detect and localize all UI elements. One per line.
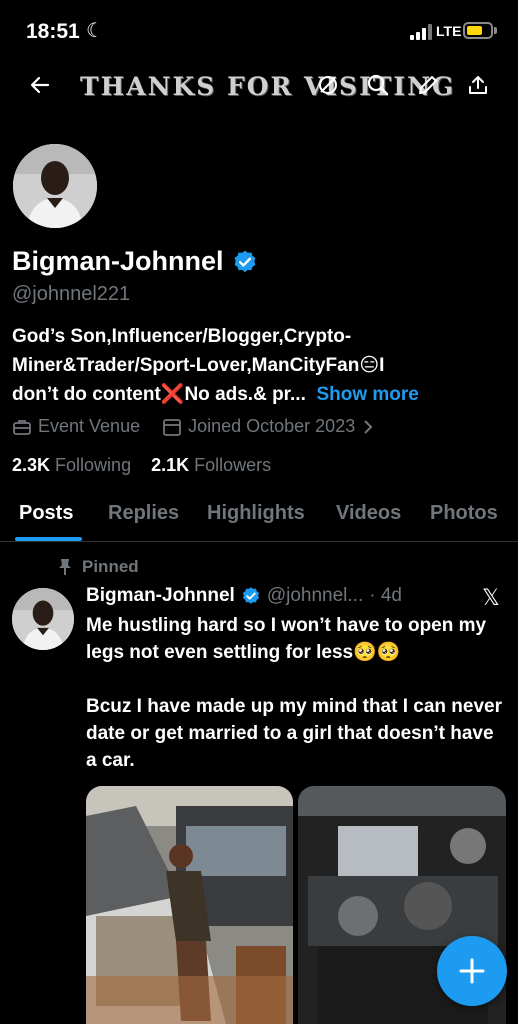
back-button[interactable] (23, 68, 57, 102)
profile-name-text: Bigman-Johnnel (12, 246, 224, 276)
compose-button[interactable] (437, 936, 507, 1006)
verified-badge-icon[interactable] (232, 249, 258, 275)
bio-line: God’s Son,Influencer/Blogger,Crypto- (12, 326, 352, 347)
status-time: 18:51 (26, 20, 80, 43)
followers-label: Followers (194, 455, 272, 475)
pinned-text: Pinned (82, 557, 139, 576)
bio-line: don’t do content❌No ads.& pr... Show mor… (12, 380, 512, 409)
profile-category: Event Venue (38, 416, 141, 436)
post-paragraph: Bcuz I have made up my mind that I can n… (86, 696, 503, 771)
followers-count: 2.1K (151, 455, 190, 475)
profile-header: THANKS FOR VISITING (0, 60, 518, 114)
verified-badge-icon[interactable] (241, 586, 261, 606)
avatar-photo (12, 588, 74, 650)
network-label: LTE (436, 23, 462, 39)
post-paragraph: Me hustling hard so I won’t have to open… (86, 615, 487, 663)
bio-line: Miner&Trader/Sport-Lover,ManCityFan😑I (12, 355, 385, 376)
post-body[interactable]: Me hustling hard so I won’t have to open… (86, 612, 506, 801)
chevron-right-icon[interactable] (361, 419, 375, 435)
battery-tip (494, 27, 497, 34)
mechanic-photo (86, 786, 293, 1024)
active-tab-indicator (15, 537, 82, 541)
bio-line-text: don’t do content❌No ads.& pr... (12, 384, 306, 405)
arrow-left-icon (30, 76, 50, 94)
followers-link[interactable]: 2.1K Followers (151, 455, 271, 475)
following-label: Following (55, 455, 132, 475)
incognito-icon (319, 76, 337, 94)
tab-videos[interactable]: Videos (336, 502, 401, 525)
share-button[interactable] (461, 68, 495, 102)
focus-moon-icon: ☾ (86, 20, 104, 42)
follow-stats: 2.3K Following 2.1K Followers (12, 455, 271, 476)
joined-date: Joined October 2023 (188, 416, 356, 436)
post-header: Bigman-Johnnel @johnnel... · 4d (86, 585, 402, 607)
post-author[interactable]: Bigman-Johnnel (86, 585, 235, 607)
profile-name: Bigman-Johnnel (12, 246, 258, 277)
post-image-1[interactable] (86, 786, 293, 1024)
signal-icon (410, 24, 432, 40)
x-logo-icon[interactable]: 𝕏 (482, 585, 500, 611)
status-bar: 18:51 ☾ LTE (0, 0, 518, 60)
tab-posts[interactable]: Posts (19, 502, 73, 525)
calendar-icon (163, 418, 181, 436)
tab-photos[interactable]: Photos (430, 502, 498, 525)
following-count: 2.3K (12, 455, 51, 475)
profile-tabs: Posts Replies Highlights Videos Photos (0, 490, 518, 542)
pin-icon (59, 559, 71, 575)
profile-handle: @johnnel221 (12, 283, 131, 305)
avatar-photo (13, 144, 97, 228)
following-link[interactable]: 2.3K Following (12, 455, 131, 475)
profile-bio: God’s Son,Influencer/Blogger,Crypto- Min… (12, 322, 512, 409)
banner-text: THANKS FOR VISITING (80, 72, 456, 101)
briefcase-icon (13, 419, 31, 435)
plus-icon (459, 958, 485, 984)
profile-avatar[interactable] (10, 141, 100, 231)
post-avatar[interactable] (12, 588, 74, 650)
edit-button[interactable] (411, 68, 445, 102)
pinned-label: Pinned (58, 557, 139, 577)
profile-meta: Event Venue Joined October 2023 (12, 416, 375, 437)
search-icon (367, 74, 389, 96)
tab-highlights[interactable]: Highlights (207, 502, 305, 525)
show-more-link[interactable]: Show more (316, 384, 418, 405)
edit-icon (419, 76, 437, 94)
post-handle[interactable]: @johnnel... (267, 585, 363, 607)
share-icon (469, 76, 487, 94)
post-time: · 4d (369, 585, 402, 606)
tab-replies[interactable]: Replies (108, 502, 179, 525)
battery-icon (463, 22, 493, 39)
incognito-button[interactable] (311, 68, 345, 102)
search-button[interactable] (361, 68, 395, 102)
